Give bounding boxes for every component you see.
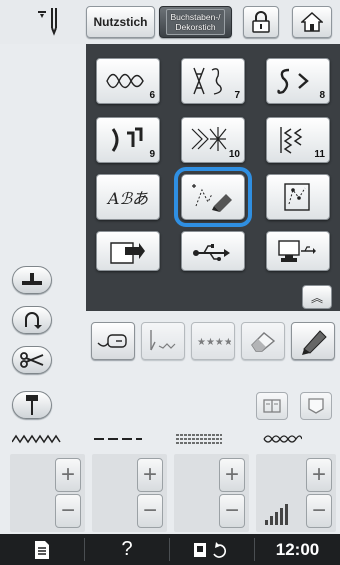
reverse-stitch-icon — [25, 312, 42, 329]
manual-button[interactable] — [0, 534, 84, 565]
thread-tension-icon — [263, 435, 302, 443]
memory-pocket-icon — [110, 242, 145, 264]
lock-icon — [252, 11, 270, 33]
stitch-number: 11 — [314, 149, 325, 160]
stitch-number: 10 — [228, 149, 240, 160]
stitch-category-11[interactable]: 11 — [266, 117, 330, 163]
reverse-stitch-button[interactable] — [12, 306, 52, 334]
stitch-editor-icon — [284, 183, 310, 211]
decorative-stitch-7-icon — [193, 67, 222, 95]
presser-foot-icon — [22, 273, 42, 285]
multi-color-button[interactable]: ★★★★ — [191, 322, 235, 360]
thread-cutting-button[interactable] — [91, 322, 135, 360]
decorative-stitch-6-icon — [106, 73, 144, 89]
status-bar: ? 12:00 — [0, 534, 340, 565]
thread-cutter-icon — [97, 334, 127, 348]
book-icon — [263, 399, 281, 413]
width-increase-button[interactable]: + — [55, 458, 81, 492]
stitch-length-icon — [94, 438, 142, 440]
pocket-icon — [308, 398, 324, 414]
computer-usb-icon — [278, 240, 316, 262]
tension-level-icon — [265, 504, 288, 525]
usb-status-icon — [194, 541, 227, 558]
my-custom-stitch-button[interactable] — [174, 167, 252, 227]
decorative-stitch-9-icon — [111, 127, 143, 152]
character-stitch-label: Buchstaben-/Dekorstich — [166, 9, 225, 35]
pattern-layout-button[interactable] — [256, 392, 288, 420]
top-bar: Nutzstich Buchstaben-/Dekorstich — [0, 0, 340, 44]
home-icon — [301, 11, 323, 32]
svg-text:★★★★: ★★★★ — [197, 337, 231, 348]
lock-button[interactable] — [243, 6, 279, 38]
character-stitch-button[interactable]: Aℬあ — [96, 174, 160, 220]
stitch-category-6[interactable]: 6 — [96, 58, 160, 104]
decorative-stitch-11-icon — [280, 127, 303, 154]
retrieve-memory-button[interactable] — [96, 231, 160, 271]
utility-stitch-button[interactable]: Nutzstich — [86, 6, 155, 38]
stitch-category-7[interactable]: 7 — [181, 58, 245, 104]
chevron-up-icon: ︽ — [310, 290, 323, 305]
stitch-category-10[interactable]: 10 — [181, 117, 245, 163]
scissors-icon — [20, 352, 44, 368]
eraser-icon — [251, 332, 276, 352]
presser-foot-button[interactable] — [12, 266, 52, 294]
density-decrease-button[interactable]: − — [219, 494, 245, 528]
edit-button[interactable] — [291, 322, 335, 360]
stitch-number: 8 — [319, 90, 325, 101]
character-spacing-icon — [150, 330, 176, 351]
stitch-category-8[interactable]: 8 — [266, 58, 330, 104]
stitch-number: 9 — [149, 149, 155, 160]
stitch-length-adjuster: + − — [92, 454, 167, 532]
decorative-stitch-10-icon — [191, 127, 227, 151]
length-increase-button[interactable]: + — [137, 458, 163, 492]
stitch-width-adjuster: + − — [10, 454, 85, 532]
stitch-number: 7 — [234, 90, 240, 101]
home-button[interactable] — [292, 6, 332, 38]
usb-icon — [193, 244, 230, 261]
thread-tension-adjuster: + − — [256, 454, 336, 532]
character-decorative-stitch-button[interactable]: Buchstaben-/Dekorstich — [159, 6, 232, 38]
memory-button[interactable] — [300, 392, 332, 420]
stitch-density-icon — [176, 434, 222, 444]
multi-color-icon: ★★★★ — [197, 337, 231, 348]
stitch-density-adjuster: + − — [174, 454, 249, 532]
tension-increase-button[interactable]: + — [306, 458, 332, 492]
stitch-editor-button[interactable] — [266, 174, 330, 220]
stitch-number: 6 — [149, 90, 155, 101]
tension-decrease-button[interactable]: − — [306, 494, 332, 528]
stitch-width-icon — [12, 434, 61, 444]
my-custom-stitch-icon — [192, 184, 232, 212]
thread-cutter-button[interactable] — [12, 346, 52, 374]
help-button[interactable]: ? — [85, 534, 169, 565]
usb-status — [170, 534, 254, 565]
computer-usb-button[interactable] — [266, 231, 330, 271]
stitch-category-9[interactable]: 9 — [96, 117, 160, 163]
pen-icon — [302, 330, 327, 355]
density-increase-button[interactable]: + — [219, 458, 245, 492]
needle-down-icon — [26, 395, 38, 415]
document-icon — [35, 540, 49, 559]
character-font-sample: Aℬあ — [107, 189, 149, 208]
delete-button[interactable] — [241, 322, 285, 360]
decorative-stitch-8-icon — [277, 68, 309, 94]
usb-media-button[interactable] — [181, 231, 245, 271]
clock[interactable]: 12:00 — [255, 534, 340, 565]
scroll-up-button[interactable]: ︽ — [302, 285, 332, 309]
stitch-selection-panel: 6 7 8 9 10 11 Aℬあ ︽ — [86, 44, 340, 311]
needle-position-icon — [38, 8, 57, 36]
character-spacing-button[interactable] — [141, 322, 185, 360]
needle-position-button[interactable] — [12, 391, 52, 419]
width-decrease-button[interactable]: − — [55, 494, 81, 528]
length-decrease-button[interactable]: − — [137, 494, 163, 528]
